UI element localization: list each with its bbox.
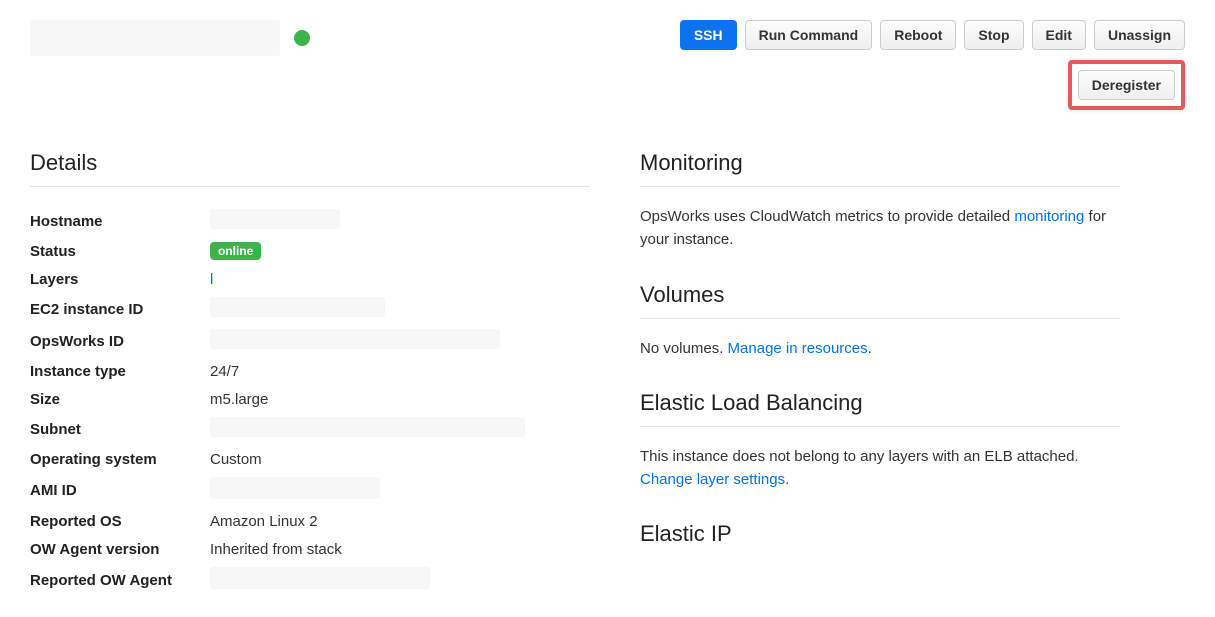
button-row-primary: SSH Run Command Reboot Stop Edit Unassig… bbox=[680, 20, 1185, 50]
deregister-button[interactable]: Deregister bbox=[1078, 70, 1175, 100]
reboot-button[interactable]: Reboot bbox=[880, 20, 956, 50]
stop-button[interactable]: Stop bbox=[964, 20, 1023, 50]
volumes-link[interactable]: Manage in resources bbox=[728, 340, 868, 357]
unassign-button[interactable]: Unassign bbox=[1094, 20, 1185, 50]
eip-title: Elastic IP bbox=[640, 521, 1120, 557]
value-ami-id-redacted bbox=[210, 477, 380, 499]
label-size: Size bbox=[30, 391, 210, 408]
status-dot-icon bbox=[294, 30, 310, 46]
value-subnet-redacted bbox=[210, 417, 525, 437]
elb-section: Elastic Load Balancing This instance doe… bbox=[640, 390, 1120, 492]
label-ami-id: AMI ID bbox=[30, 482, 210, 499]
volumes-text: No volumes. Manage in resources. bbox=[640, 337, 1120, 360]
monitoring-title: Monitoring bbox=[640, 150, 1120, 187]
label-ec2-id: EC2 instance ID bbox=[30, 301, 210, 318]
row-instance-type: Instance type 24/7 bbox=[30, 357, 590, 385]
value-reported-ow-agent-redacted bbox=[210, 567, 430, 589]
row-reported-ow-agent: Reported OW Agent bbox=[30, 563, 590, 597]
eip-section: Elastic IP bbox=[640, 521, 1120, 557]
elb-link[interactable]: Change layer settings bbox=[640, 471, 785, 488]
page-header: SSH Run Command Reboot Stop Edit Unassig… bbox=[30, 20, 1185, 110]
volumes-text-after: . bbox=[868, 340, 872, 357]
right-column: Monitoring OpsWorks uses CloudWatch metr… bbox=[640, 140, 1120, 597]
details-title: Details bbox=[30, 150, 590, 187]
monitoring-text: OpsWorks uses CloudWatch metrics to prov… bbox=[640, 205, 1120, 252]
value-reported-os: Amazon Linux 2 bbox=[210, 513, 318, 530]
monitoring-text-before: OpsWorks uses CloudWatch metrics to prov… bbox=[640, 208, 1014, 225]
value-opsworks-id-redacted bbox=[210, 329, 500, 349]
value-ec2-id-redacted bbox=[210, 297, 385, 317]
volumes-section: Volumes No volumes. Manage in resources. bbox=[640, 282, 1120, 360]
value-instance-type: 24/7 bbox=[210, 363, 239, 380]
row-ow-agent-version: OW Agent version Inherited from stack bbox=[30, 535, 590, 563]
row-size: Size m5.large bbox=[30, 385, 590, 413]
volumes-text-before: No volumes. bbox=[640, 340, 728, 357]
elb-text-before: This instance does not belong to any lay… bbox=[640, 448, 1079, 465]
label-opsworks-id: OpsWorks ID bbox=[30, 333, 210, 350]
ssh-button[interactable]: SSH bbox=[680, 20, 737, 50]
edit-button[interactable]: Edit bbox=[1032, 20, 1086, 50]
label-hostname: Hostname bbox=[30, 213, 210, 230]
row-ec2-id: EC2 instance ID bbox=[30, 293, 590, 325]
label-os: Operating system bbox=[30, 451, 210, 468]
row-subnet: Subnet bbox=[30, 413, 590, 445]
elb-text-after: . bbox=[785, 471, 789, 488]
label-subnet: Subnet bbox=[30, 421, 210, 438]
label-reported-os: Reported OS bbox=[30, 513, 210, 530]
deregister-highlight: Deregister bbox=[1068, 60, 1185, 110]
value-os: Custom bbox=[210, 451, 262, 468]
instance-title-redacted bbox=[30, 20, 280, 56]
main-content: Details Hostname Status online Layers l … bbox=[30, 140, 1185, 597]
label-ow-agent-version: OW Agent version bbox=[30, 541, 210, 558]
header-actions: SSH Run Command Reboot Stop Edit Unassig… bbox=[680, 20, 1185, 110]
row-layers: Layers l bbox=[30, 265, 590, 293]
value-size: m5.large bbox=[210, 391, 268, 408]
row-hostname: Hostname bbox=[30, 205, 590, 237]
row-ami-id: AMI ID bbox=[30, 473, 590, 507]
row-reported-os: Reported OS Amazon Linux 2 bbox=[30, 507, 590, 535]
label-reported-ow-agent: Reported OW Agent bbox=[30, 572, 210, 589]
label-instance-type: Instance type bbox=[30, 363, 210, 380]
row-status: Status online bbox=[30, 237, 590, 265]
value-hostname-redacted bbox=[210, 209, 340, 229]
status-badge: online bbox=[210, 242, 261, 260]
label-status: Status bbox=[30, 243, 210, 260]
row-opsworks-id: OpsWorks ID bbox=[30, 325, 590, 357]
row-os: Operating system Custom bbox=[30, 445, 590, 473]
elb-title: Elastic Load Balancing bbox=[640, 390, 1120, 427]
label-layers: Layers bbox=[30, 271, 210, 288]
header-left bbox=[30, 20, 310, 56]
layers-link[interactable]: l bbox=[210, 271, 213, 288]
value-ow-agent-version: Inherited from stack bbox=[210, 541, 342, 558]
monitoring-section: Monitoring OpsWorks uses CloudWatch metr… bbox=[640, 150, 1120, 252]
monitoring-link[interactable]: monitoring bbox=[1014, 208, 1084, 225]
volumes-title: Volumes bbox=[640, 282, 1120, 319]
run-command-button[interactable]: Run Command bbox=[745, 20, 873, 50]
left-column: Details Hostname Status online Layers l … bbox=[30, 140, 590, 597]
elb-text: This instance does not belong to any lay… bbox=[640, 445, 1120, 492]
